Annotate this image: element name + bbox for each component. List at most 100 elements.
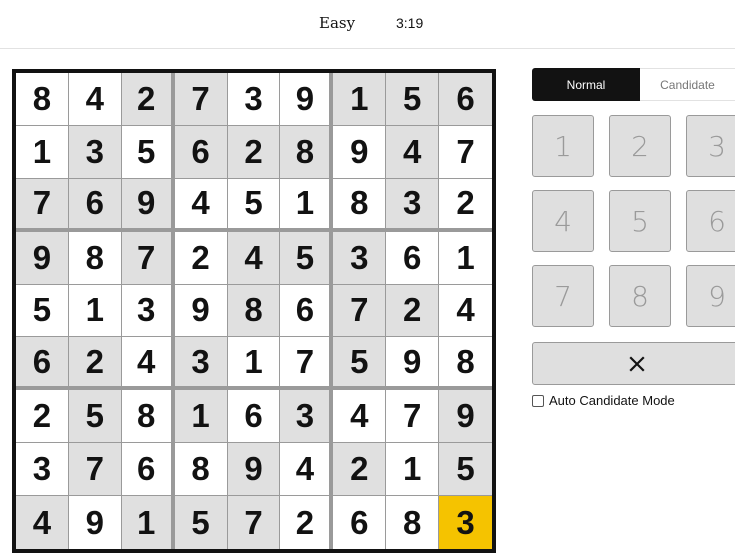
- number-key-5[interactable]: 5: [609, 190, 671, 252]
- cell-r8c8[interactable]: 1: [386, 443, 440, 497]
- cell-r7c3[interactable]: 8: [121, 390, 175, 444]
- cell-r7c4[interactable]: 1: [174, 390, 228, 444]
- cell-r4c9[interactable]: 1: [439, 231, 492, 285]
- cell-r2c8[interactable]: 4: [386, 125, 440, 179]
- cell-r5c4[interactable]: 9: [174, 284, 228, 338]
- number-key-3[interactable]: 3: [686, 115, 735, 177]
- cell-r5c6[interactable]: 6: [280, 284, 334, 338]
- cell-r8c1[interactable]: 3: [16, 443, 69, 497]
- cell-r7c5[interactable]: 6: [227, 390, 281, 444]
- cell-r1c4[interactable]: 7: [174, 73, 228, 126]
- cell-r9c3[interactable]: 1: [121, 496, 175, 549]
- mode-tab-candidate[interactable]: Candidate: [640, 68, 735, 101]
- cell-r7c1[interactable]: 2: [16, 390, 69, 444]
- cell-r1c3[interactable]: 2: [121, 73, 175, 126]
- number-key-9[interactable]: 9: [686, 265, 735, 327]
- difficulty-label: Easy: [319, 14, 356, 32]
- cell-r6c4[interactable]: 3: [174, 337, 228, 391]
- cell-r7c2[interactable]: 5: [68, 390, 122, 444]
- cell-r3c3[interactable]: 9: [121, 178, 175, 232]
- mode-tab-normal[interactable]: Normal: [532, 68, 640, 101]
- mode-toggle: Normal Candidate: [532, 68, 735, 101]
- cell-r1c9[interactable]: 6: [439, 73, 492, 126]
- cell-r4c6[interactable]: 5: [280, 231, 334, 285]
- cell-r3c7[interactable]: 8: [333, 178, 387, 232]
- cell-r4c5[interactable]: 4: [227, 231, 281, 285]
- cell-r6c7[interactable]: 5: [333, 337, 387, 391]
- cell-r2c2[interactable]: 3: [68, 125, 122, 179]
- cell-r6c5[interactable]: 1: [227, 337, 281, 391]
- cell-r1c1[interactable]: 8: [16, 73, 69, 126]
- cell-r3c9[interactable]: 2: [439, 178, 492, 232]
- number-key-8[interactable]: 8: [609, 265, 671, 327]
- cell-r9c4[interactable]: 5: [174, 496, 228, 549]
- number-key-6[interactable]: 6: [686, 190, 735, 252]
- cell-r6c3[interactable]: 4: [121, 337, 175, 391]
- cell-r6c8[interactable]: 9: [386, 337, 440, 391]
- cell-r5c5[interactable]: 8: [227, 284, 281, 338]
- cell-r5c8[interactable]: 2: [386, 284, 440, 338]
- cell-r4c7[interactable]: 3: [333, 231, 387, 285]
- cell-r9c1[interactable]: 4: [16, 496, 69, 549]
- timer[interactable]: 3:19: [396, 15, 423, 31]
- cell-r2c7[interactable]: 9: [333, 125, 387, 179]
- auto-candidate-mode[interactable]: Auto Candidate Mode: [532, 393, 675, 408]
- cell-r6c2[interactable]: 2: [68, 337, 122, 391]
- cell-r5c2[interactable]: 1: [68, 284, 122, 338]
- cell-r5c1[interactable]: 5: [16, 284, 69, 338]
- cell-r7c8[interactable]: 7: [386, 390, 440, 444]
- cell-r8c4[interactable]: 8: [174, 443, 228, 497]
- cell-r9c9[interactable]: 3: [439, 496, 492, 549]
- cell-r4c2[interactable]: 8: [68, 231, 122, 285]
- cell-r2c6[interactable]: 8: [280, 125, 334, 179]
- cell-r5c7[interactable]: 7: [333, 284, 387, 338]
- cell-r3c8[interactable]: 3: [386, 178, 440, 232]
- cell-r8c7[interactable]: 2: [333, 443, 387, 497]
- cell-r7c6[interactable]: 3: [280, 390, 334, 444]
- cell-r8c5[interactable]: 9: [227, 443, 281, 497]
- cell-r2c5[interactable]: 2: [227, 125, 281, 179]
- number-key-1[interactable]: 1: [532, 115, 594, 177]
- auto-candidate-checkbox[interactable]: [532, 395, 544, 407]
- erase-button[interactable]: [532, 342, 735, 385]
- cell-r2c4[interactable]: 6: [174, 125, 228, 179]
- cell-r3c4[interactable]: 4: [174, 178, 228, 232]
- cell-r1c5[interactable]: 3: [227, 73, 281, 126]
- cell-r1c2[interactable]: 4: [68, 73, 122, 126]
- cell-r4c1[interactable]: 9: [16, 231, 69, 285]
- cell-r7c9[interactable]: 9: [439, 390, 492, 444]
- cell-r4c8[interactable]: 6: [386, 231, 440, 285]
- cell-r7c7[interactable]: 4: [333, 390, 387, 444]
- cell-r8c3[interactable]: 6: [121, 443, 175, 497]
- cell-r1c8[interactable]: 5: [386, 73, 440, 126]
- number-key-4[interactable]: 4: [532, 190, 594, 252]
- cell-r1c6[interactable]: 9: [280, 73, 334, 126]
- cell-r3c2[interactable]: 6: [68, 178, 122, 232]
- cell-r2c9[interactable]: 7: [439, 125, 492, 179]
- cell-r9c6[interactable]: 2: [280, 496, 334, 549]
- cell-r9c7[interactable]: 6: [333, 496, 387, 549]
- cell-r1c7[interactable]: 1: [333, 73, 387, 126]
- cell-r3c6[interactable]: 1: [280, 178, 334, 232]
- auto-candidate-label: Auto Candidate Mode: [549, 393, 675, 408]
- sudoku-board: 8427391561356289477694518329872453615139…: [12, 69, 496, 553]
- cell-r9c8[interactable]: 8: [386, 496, 440, 549]
- cell-r4c3[interactable]: 7: [121, 231, 175, 285]
- cell-r9c2[interactable]: 9: [68, 496, 122, 549]
- cell-r4c4[interactable]: 2: [174, 231, 228, 285]
- cell-r5c3[interactable]: 3: [121, 284, 175, 338]
- cell-r3c1[interactable]: 7: [16, 178, 69, 232]
- cell-r8c9[interactable]: 5: [439, 443, 492, 497]
- cell-r2c1[interactable]: 1: [16, 125, 69, 179]
- cell-r8c6[interactable]: 4: [280, 443, 334, 497]
- cell-r9c5[interactable]: 7: [227, 496, 281, 549]
- number-key-7[interactable]: 7: [532, 265, 594, 327]
- cell-r6c6[interactable]: 7: [280, 337, 334, 391]
- cell-r2c3[interactable]: 5: [121, 125, 175, 179]
- cell-r8c2[interactable]: 7: [68, 443, 122, 497]
- cell-r6c9[interactable]: 8: [439, 337, 492, 391]
- cell-r3c5[interactable]: 5: [227, 178, 281, 232]
- number-key-2[interactable]: 2: [609, 115, 671, 177]
- cell-r6c1[interactable]: 6: [16, 337, 69, 391]
- cell-r5c9[interactable]: 4: [439, 284, 492, 338]
